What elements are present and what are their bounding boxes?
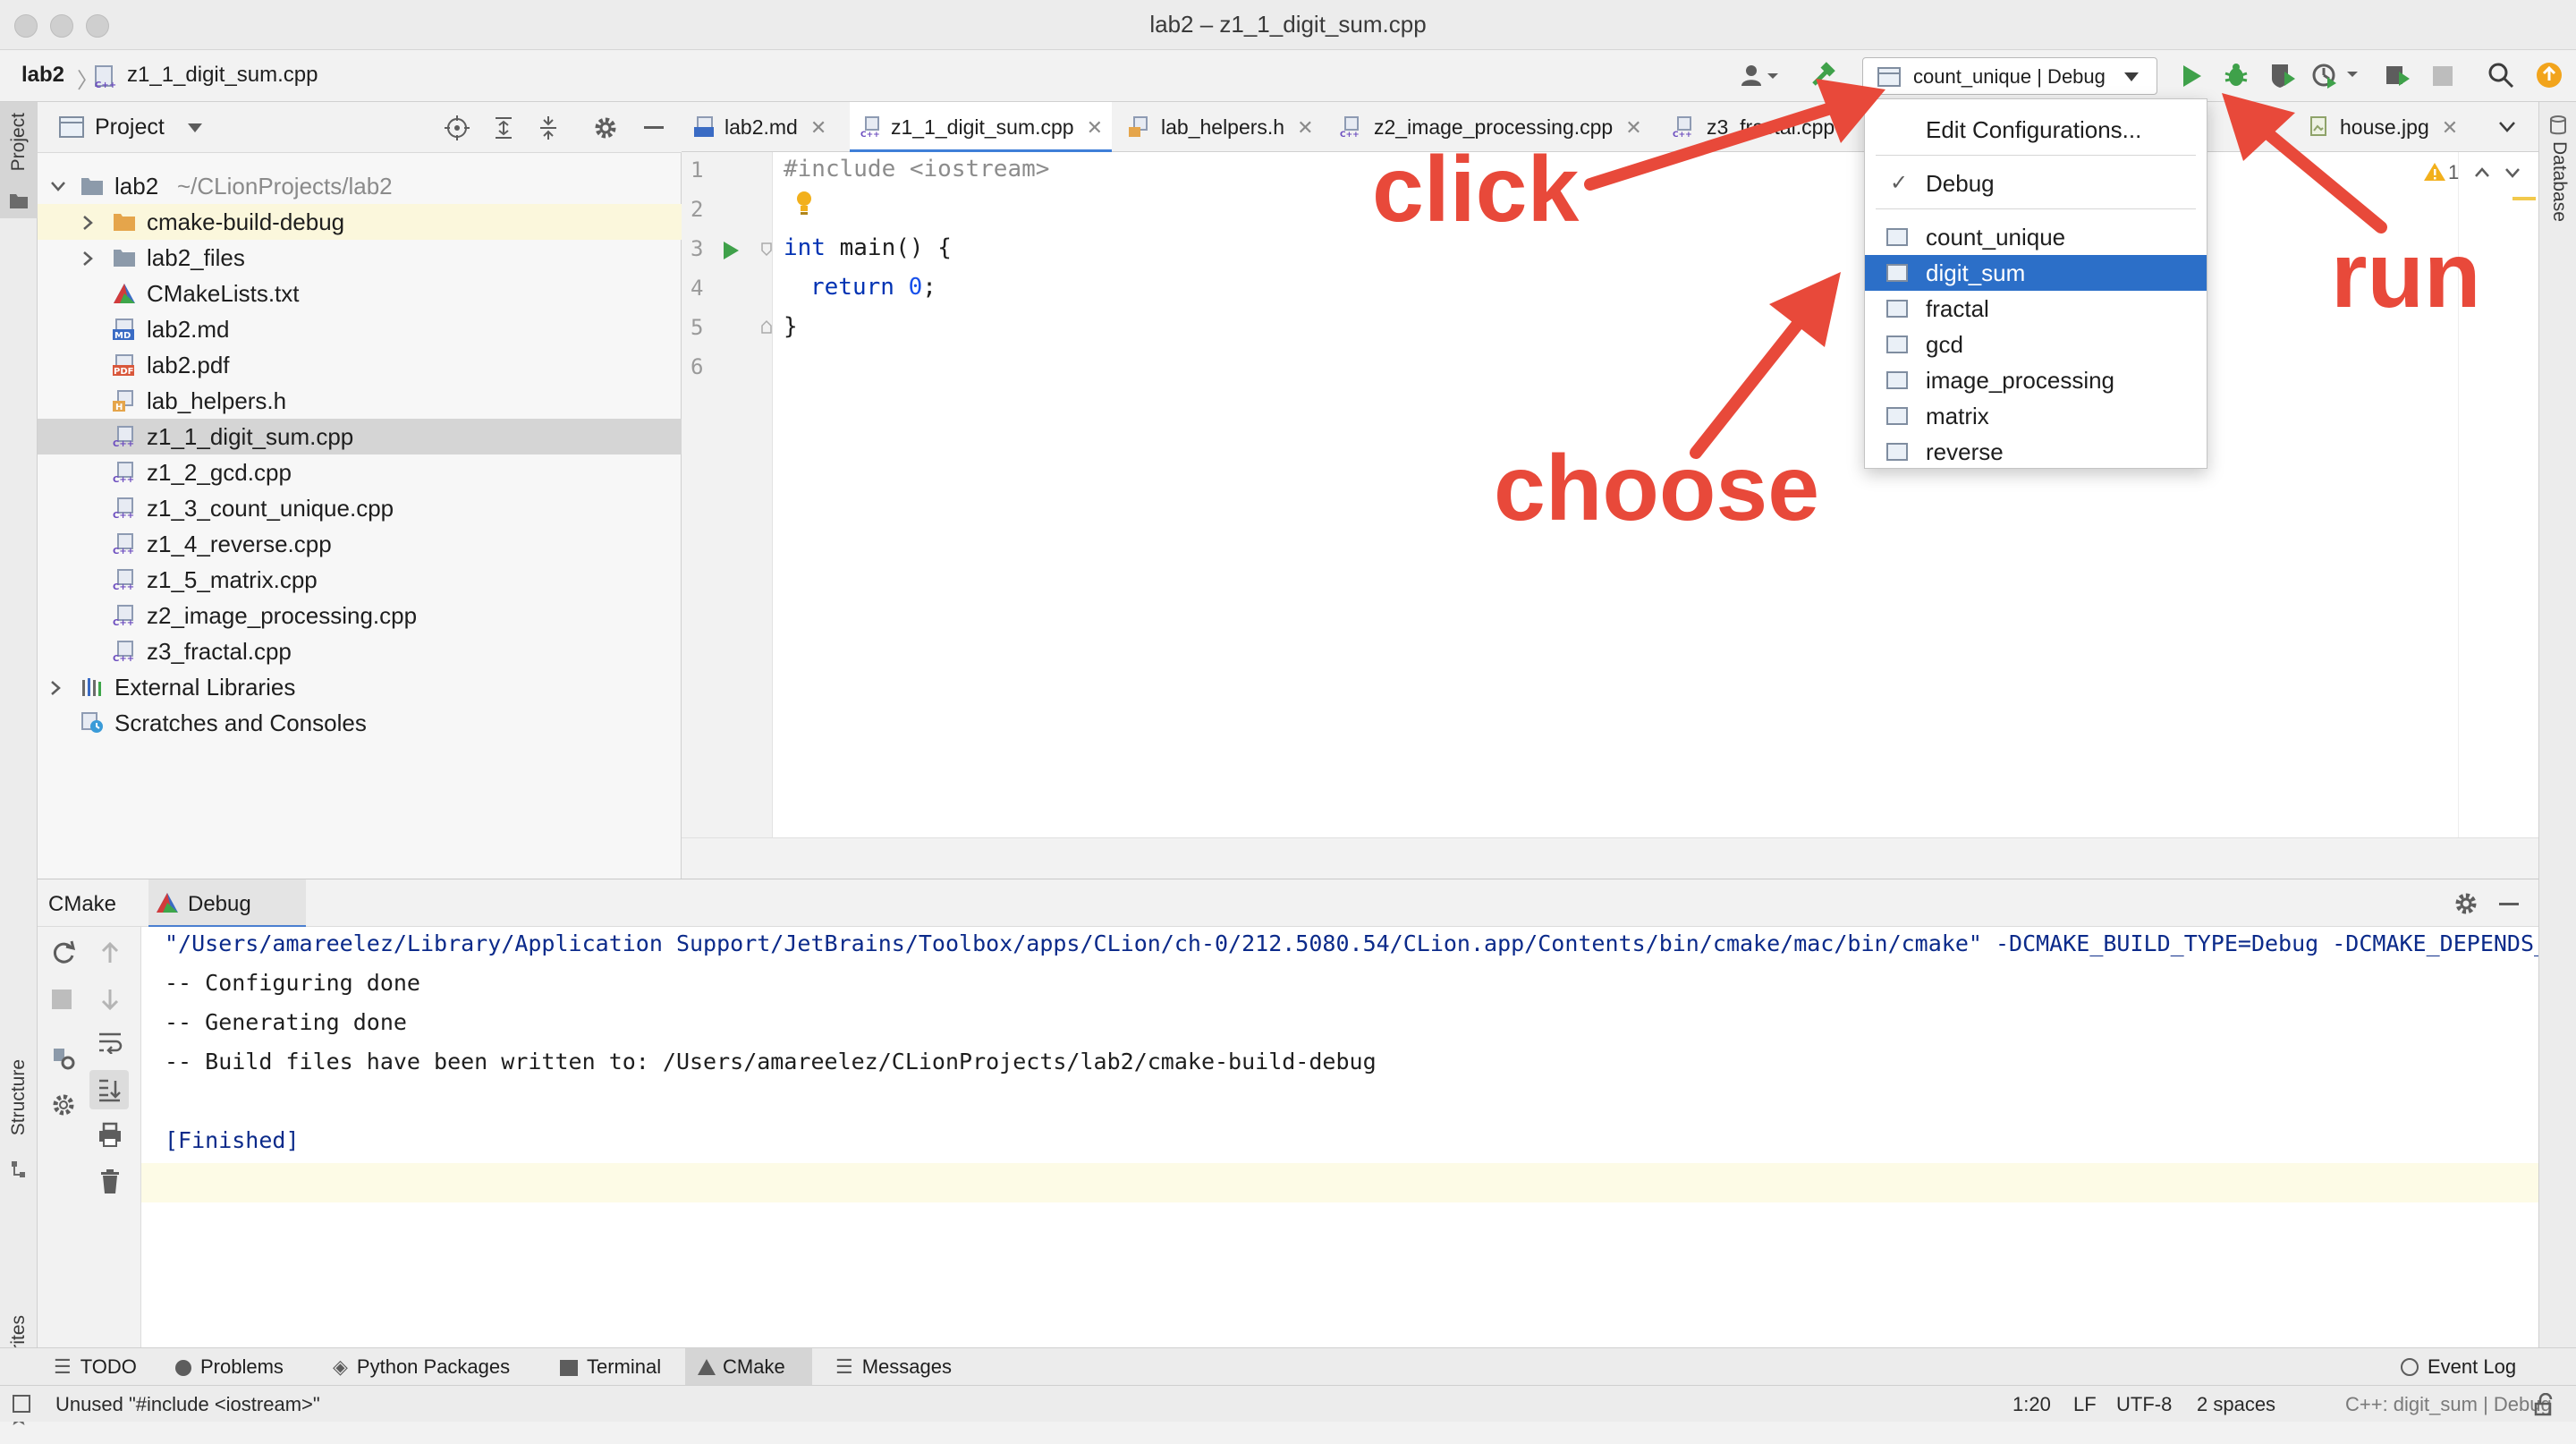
annotation-click: click: [1372, 138, 1580, 242]
annotation-run: run: [2331, 224, 2481, 327]
choose-arrowhead: [1769, 272, 1841, 347]
annotation-arrows: [1584, 79, 2387, 459]
run-arrow: [2260, 126, 2387, 234]
choose-arrow: [1690, 309, 1811, 459]
annotation-choose: choose: [1494, 437, 1820, 540]
click-arrow: [1584, 101, 1840, 191]
